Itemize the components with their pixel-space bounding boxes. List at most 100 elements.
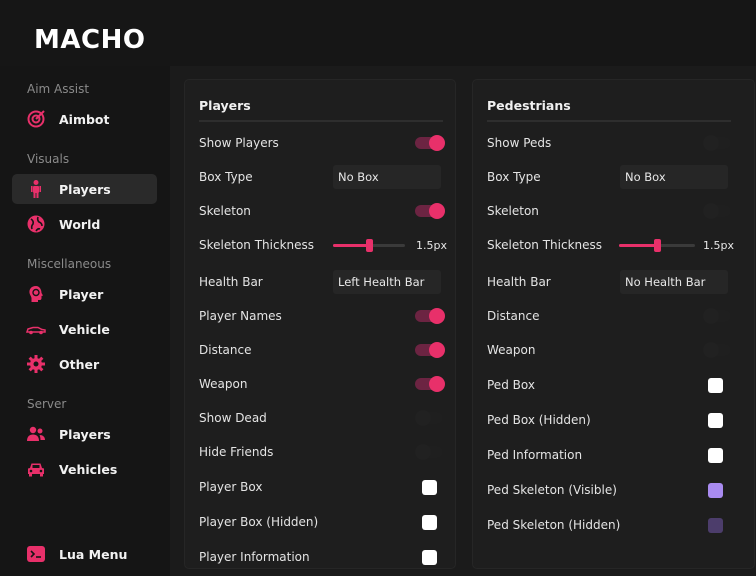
row-show-dead: Show Dead [199, 406, 443, 430]
row-distance: Distance [199, 338, 445, 362]
head-profile-icon [29, 286, 43, 302]
player-names-toggle[interactable] [415, 308, 445, 324]
terminal-icon [27, 546, 45, 562]
health-bar-select[interactable]: Left Health Bar [333, 270, 441, 294]
row-label: Distance [487, 309, 540, 323]
sidebar-item-players-visuals[interactable]: Players [12, 174, 157, 204]
ped-distance-toggle[interactable] [703, 308, 731, 324]
sidebar-item-label: Vehicle [59, 321, 110, 337]
sidebar-item-lua-menu[interactable]: Lua Menu [12, 539, 157, 569]
row-health-bar: Health Bar Left Health Bar [199, 270, 443, 294]
player-box-hidden-color-swatch[interactable] [422, 514, 437, 530]
car-side-icon [26, 326, 46, 335]
distance-toggle[interactable] [415, 342, 445, 358]
sidebar-section-visuals: Visuals [27, 152, 70, 166]
sidebar-item-label: Players [59, 426, 111, 442]
sidebar-section-server: Server [27, 397, 67, 411]
toggle-knob [703, 135, 719, 151]
row-skeleton-thickness: Skeleton Thickness 1.5px [199, 233, 447, 257]
ped-weapon-toggle[interactable] [703, 342, 731, 358]
pedestrians-panel: Pedestrians Show Peds Box Type No Box Sk… [472, 79, 755, 569]
sidebar-item-players-server[interactable]: Players [12, 419, 157, 449]
row-label: Ped Skeleton (Hidden) [487, 518, 621, 532]
slider-thumb[interactable] [366, 239, 373, 252]
ped-skeleton-toggle[interactable] [703, 203, 731, 219]
row-ped-skeleton-visible: Ped Skeleton (Visible) [487, 478, 743, 502]
row-ped-skeleton-hidden: Ped Skeleton (Hidden) [487, 513, 743, 537]
ped-skeleton-thickness-slider[interactable] [619, 239, 695, 252]
row-label: Hide Friends [199, 445, 274, 459]
player-information-color-swatch[interactable] [422, 549, 437, 565]
sidebar-item-vehicles[interactable]: Vehicles [12, 454, 157, 484]
row-label: Player Box (Hidden) [199, 515, 319, 529]
sidebar-item-vehicle[interactable]: Vehicle [12, 314, 157, 344]
toggle-knob [703, 203, 719, 219]
skeleton-thickness-slider[interactable] [333, 239, 405, 252]
users-icon [27, 426, 45, 441]
show-dead-toggle[interactable] [415, 410, 443, 426]
skeleton-toggle[interactable] [415, 203, 445, 219]
app-logo: MACHO [34, 25, 146, 55]
row-show-players: Show Players [199, 131, 445, 155]
row-label: Player Names [199, 309, 282, 323]
ped-box-color-swatch[interactable] [708, 377, 723, 393]
toggle-knob [429, 342, 445, 358]
ped-health-bar-select[interactable]: No Health Bar [620, 270, 728, 294]
ped-box-hidden-color-swatch[interactable] [708, 412, 723, 428]
row-label: Health Bar [199, 275, 263, 289]
sidebar-item-label: Lua Menu [59, 546, 128, 562]
row-health-bar: Health Bar No Health Bar [487, 270, 743, 294]
sidebar-item-label: World [59, 216, 101, 232]
row-label: Show Peds [487, 136, 552, 150]
sidebar-item-world[interactable]: World [12, 209, 157, 239]
ped-skeleton-visible-color-swatch[interactable] [708, 482, 723, 498]
panel-divider [199, 120, 443, 122]
sidebar-item-other[interactable]: Other [12, 349, 157, 379]
row-hide-friends: Hide Friends [199, 440, 443, 464]
sidebar-section-aim-assist: Aim Assist [27, 82, 90, 96]
row-skeleton-thickness: Skeleton Thickness 1.5px [487, 233, 743, 257]
sidebar-item-player[interactable]: Player [12, 279, 157, 309]
player-box-color-swatch[interactable] [422, 479, 437, 495]
box-type-select[interactable]: No Box [333, 165, 441, 189]
crosshair-target-icon [27, 110, 45, 128]
toggle-knob [415, 410, 431, 426]
row-label: Health Bar [487, 275, 551, 289]
show-players-toggle[interactable] [415, 135, 445, 151]
row-label: Skeleton Thickness [199, 238, 315, 252]
panel-title: Pedestrians [487, 98, 571, 113]
row-box-type: Box Type No Box [199, 165, 443, 189]
row-show-peds: Show Peds [487, 131, 743, 155]
hide-friends-toggle[interactable] [415, 444, 443, 460]
row-ped-information: Ped Information [487, 443, 743, 467]
ped-skeleton-thickness-value: 1.5px [703, 238, 734, 252]
row-label: Ped Information [487, 448, 583, 462]
row-label: Ped Box (Hidden) [487, 413, 591, 427]
sidebar-section-miscellaneous: Miscellaneous [27, 257, 112, 271]
row-label: Weapon [199, 377, 248, 391]
show-peds-toggle[interactable] [703, 135, 731, 151]
toggle-knob [415, 444, 431, 460]
row-ped-box-hidden: Ped Box (Hidden) [487, 408, 743, 432]
row-label: Show Players [199, 136, 279, 150]
ped-information-color-swatch[interactable] [708, 447, 723, 463]
sidebar-item-label: Aimbot [59, 111, 110, 127]
slider-thumb[interactable] [654, 239, 661, 252]
row-player-names: Player Names [199, 304, 445, 328]
players-panel: Players Show Players Box Type No Box Ske… [184, 79, 456, 569]
sidebar-item-label: Other [59, 356, 100, 372]
weapon-toggle[interactable] [415, 376, 445, 392]
toggle-knob [703, 342, 719, 358]
row-label: Ped Skeleton (Visible) [487, 483, 617, 497]
slider-fill [333, 244, 369, 247]
ped-box-type-select[interactable]: No Box [620, 165, 728, 189]
toggle-knob [429, 135, 445, 151]
row-ped-box: Ped Box [487, 373, 743, 397]
sidebar-item-aimbot[interactable]: Aimbot [12, 104, 157, 134]
top-bar: MACHO [0, 0, 756, 66]
ped-skeleton-hidden-color-swatch[interactable] [708, 517, 723, 533]
globe-icon [27, 215, 45, 233]
row-box-type: Box Type No Box [487, 165, 743, 189]
row-distance: Distance [487, 304, 743, 328]
row-label: Show Dead [199, 411, 267, 425]
